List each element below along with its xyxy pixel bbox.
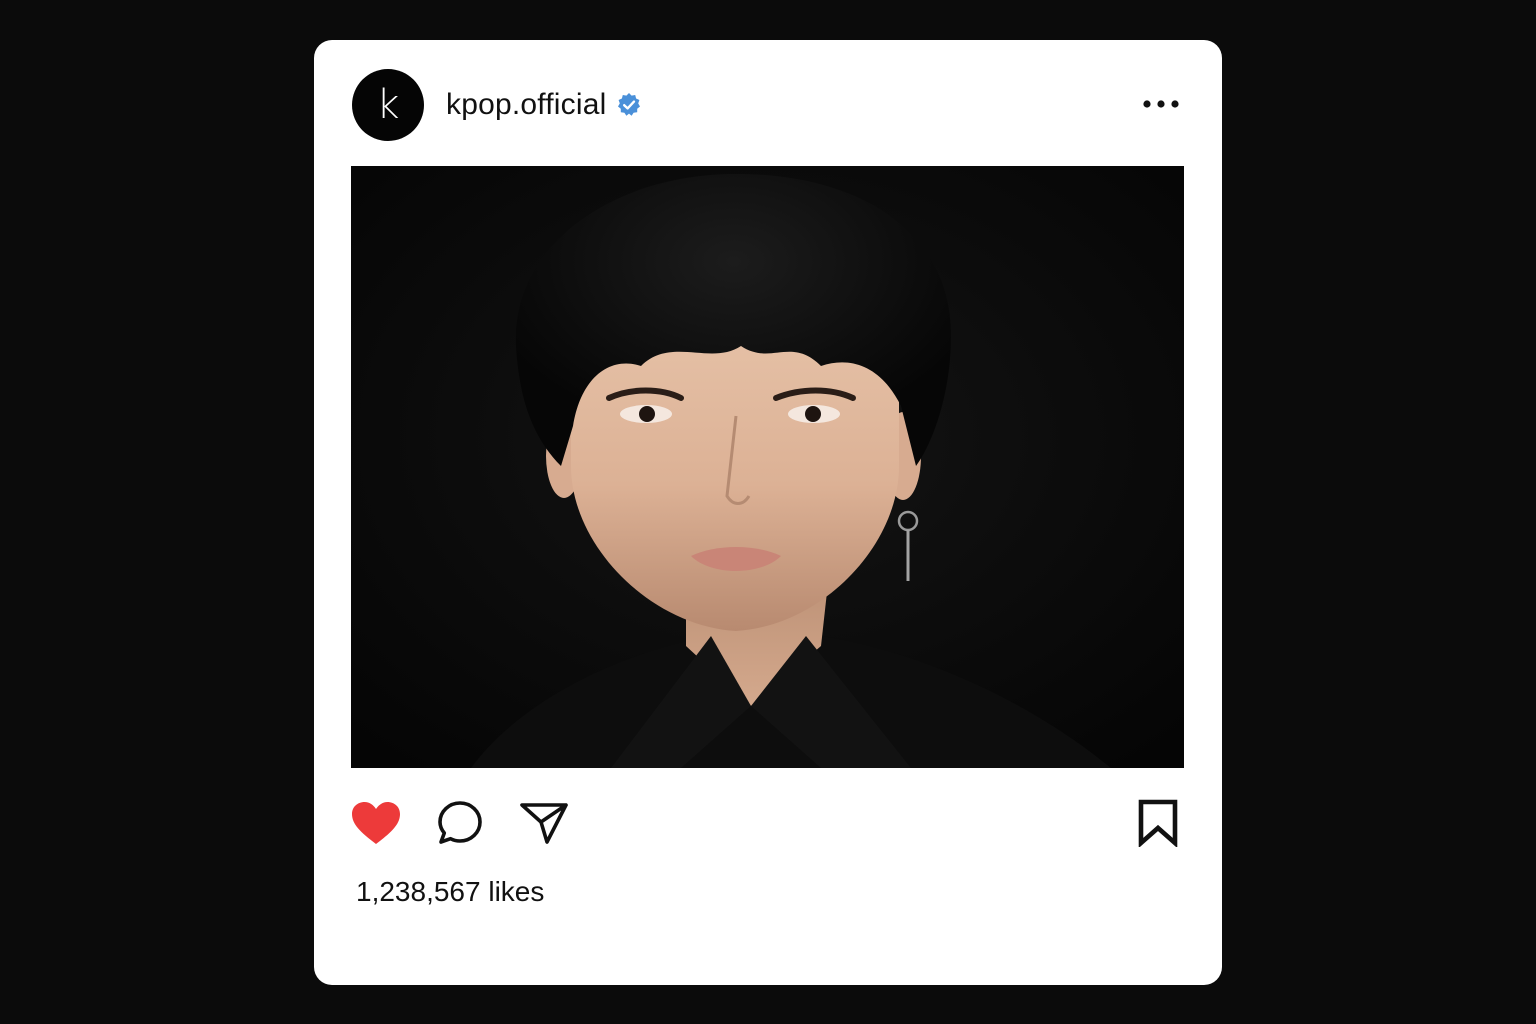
more-options-button[interactable]: [1140, 90, 1184, 120]
share-button[interactable]: [516, 797, 572, 853]
post-header: k kpop.official: [352, 68, 1184, 142]
comment-button[interactable]: [432, 797, 488, 853]
more-options-icon: [1142, 96, 1182, 114]
portrait-photo: [351, 166, 1184, 768]
avatar-letter: k: [376, 82, 400, 128]
bookmark-icon: [1137, 799, 1179, 852]
likes-count[interactable]: 1,238,567 likes: [356, 876, 544, 908]
username[interactable]: kpop.official: [446, 88, 606, 122]
heart-icon: [350, 800, 402, 851]
like-button[interactable]: [348, 797, 404, 853]
verified-badge-icon: [616, 92, 642, 118]
comment-icon: [436, 799, 484, 852]
post-image[interactable]: [351, 166, 1184, 768]
post-card: k kpop.official 1,238,567 likes: [314, 40, 1222, 985]
avatar[interactable]: k: [352, 69, 424, 141]
save-button[interactable]: [1130, 797, 1186, 853]
action-bar: [352, 796, 1180, 854]
send-icon: [519, 800, 569, 851]
